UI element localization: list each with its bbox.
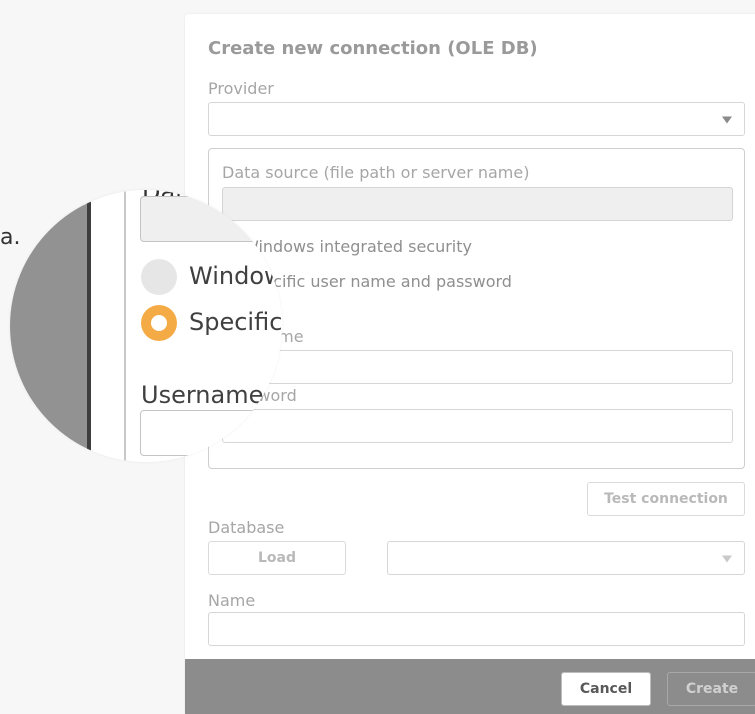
magnifier-callout: Dat Window Specific u Username — [10, 190, 282, 462]
load-button[interactable]: Load — [208, 541, 346, 575]
dialog-title: Create new connection (OLE DB) — [208, 38, 538, 59]
name-label: Name — [208, 591, 256, 610]
credentials-group: Data source (file path or server name) W… — [208, 148, 745, 469]
provider-label: Provider — [208, 79, 274, 98]
option-specific-user[interactable]: Specific user name and password — [243, 272, 512, 291]
chevron-down-icon — [722, 116, 732, 124]
magnifier-specific-text: Specific u — [189, 308, 282, 336]
magnifier-gray-panel — [10, 190, 90, 462]
magnifier-username-text: Username — [141, 381, 264, 409]
test-connection-button[interactable]: Test connection — [587, 482, 745, 516]
magnifier-group-border — [124, 190, 126, 462]
magnifier-username-field — [140, 410, 282, 456]
provider-select[interactable] — [208, 102, 745, 136]
database-label: Database — [208, 518, 285, 537]
username-input[interactable] — [222, 350, 733, 384]
cancel-button[interactable]: Cancel — [561, 672, 651, 706]
radio-unselected-icon — [141, 259, 177, 295]
magnifier-windows-text: Window — [189, 262, 282, 290]
chevron-down-icon — [722, 555, 732, 563]
data-source-input[interactable] — [222, 187, 733, 221]
password-input[interactable] — [222, 409, 733, 443]
magnifier-data-source-field — [140, 196, 282, 242]
option-specific-label: Specific user name and password — [243, 272, 512, 291]
radio-selected-icon — [141, 305, 177, 341]
dialog-footer: Cancel Create — [185, 659, 755, 714]
magnifier-divider — [87, 190, 91, 462]
data-source-label: Data source (file path or server name) — [222, 163, 530, 182]
database-select[interactable] — [387, 541, 745, 575]
name-input[interactable] — [208, 612, 745, 646]
create-button[interactable]: Create — [667, 672, 755, 706]
